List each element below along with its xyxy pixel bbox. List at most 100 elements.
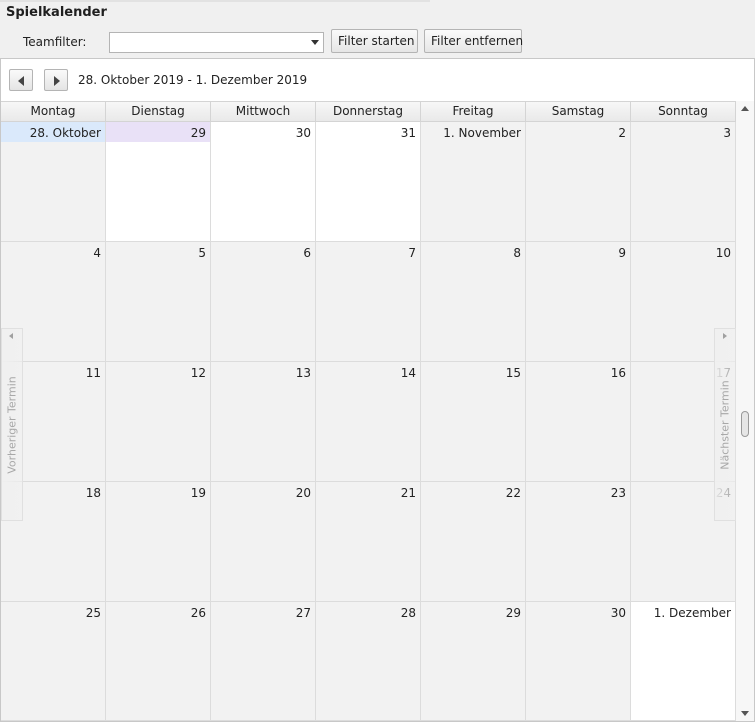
day-number: 23 [610, 486, 626, 500]
day-number: 26 [190, 606, 206, 620]
day-cell[interactable]: 19 [106, 482, 211, 602]
day-number: 12 [190, 366, 206, 380]
day-header-sunday: Sonntag [631, 102, 736, 121]
week-row: 11 12 13 14 15 16 17 [1, 362, 736, 482]
day-cell[interactable]: 20 [211, 482, 316, 602]
day-header-wednesday: Mittwoch [211, 102, 316, 121]
arrow-right-icon[interactable] [723, 333, 727, 339]
day-cell[interactable]: 31 [316, 122, 421, 242]
day-cell[interactable]: 16 [526, 362, 631, 482]
top-strip [0, 0, 430, 2]
day-cell[interactable]: 30 [526, 602, 631, 721]
day-cell[interactable]: 12 [106, 362, 211, 482]
day-cell[interactable]: 27 [211, 602, 316, 721]
day-cell[interactable]: 29 [106, 122, 211, 242]
day-number: 10 [715, 246, 731, 260]
week-row: 4 5 6 7 8 9 10 [1, 242, 736, 362]
day-number: 30 [295, 126, 311, 140]
arrow-left-icon [18, 76, 24, 86]
next-period-button[interactable] [44, 69, 68, 91]
day-cell[interactable]: 21 [316, 482, 421, 602]
day-cell[interactable]: 3 [631, 122, 736, 242]
day-number: 29 [190, 126, 206, 140]
previous-period-button[interactable] [9, 69, 33, 91]
day-cell[interactable]: 14 [316, 362, 421, 482]
week-row: 25 26 27 28 29 30 1. Dezember [1, 602, 736, 721]
week-row: 28. Oktober 29 30 31 1. November 2 3 [1, 122, 736, 242]
filter-bar: Teamfilter: Filter starten Filter entfer… [0, 28, 755, 56]
previous-appointment-label: Vorheriger Termin [5, 375, 19, 474]
day-number: 13 [295, 366, 311, 380]
previous-appointment-button[interactable]: Vorheriger Termin [1, 328, 23, 521]
page-title: Spielkalender [6, 5, 107, 20]
day-cell[interactable]: 1. November [421, 122, 526, 242]
day-number: 6 [303, 246, 311, 260]
day-number: 30 [610, 606, 626, 620]
day-number: 22 [505, 486, 521, 500]
day-number: 11 [85, 366, 101, 380]
day-cell[interactable]: 25 [1, 602, 106, 721]
day-header-saturday: Samstag [526, 102, 631, 121]
day-header-monday: Montag [1, 102, 106, 121]
day-header-thursday: Donnerstag [316, 102, 421, 121]
day-number: 20 [295, 486, 311, 500]
day-number: 18 [85, 486, 101, 500]
day-number: 15 [505, 366, 521, 380]
day-number: 2 [618, 126, 626, 140]
next-appointment-label: Nächster Termin [718, 379, 732, 470]
day-number: 31 [400, 126, 416, 140]
day-number: 29 [505, 606, 521, 620]
day-cell[interactable]: 23 [526, 482, 631, 602]
arrow-right-icon [54, 76, 60, 86]
day-number: 16 [610, 366, 626, 380]
day-cell[interactable]: 30 [211, 122, 316, 242]
day-cell[interactable]: 7 [316, 242, 421, 362]
team-filter-select[interactable] [109, 32, 324, 53]
month-grid: Montag Dienstag Mittwoch Donnerstag Frei… [1, 101, 754, 721]
day-number: 3 [723, 126, 731, 140]
day-cell[interactable]: 1. Dezember [631, 602, 736, 721]
team-filter-label: Teamfilter: [23, 35, 87, 49]
day-cell[interactable]: 26 [106, 602, 211, 721]
weeks-container: 28. Oktober 29 30 31 1. November 2 3 4 5… [1, 122, 736, 721]
day-number: 27 [295, 606, 311, 620]
vertical-scrollbar[interactable] [736, 101, 754, 721]
remove-filter-button[interactable]: Filter entfernen [424, 29, 523, 53]
day-cell[interactable]: 5 [106, 242, 211, 362]
date-range-label: 28. Oktober 2019 - 1. Dezember 2019 [78, 73, 308, 87]
calendar-navbar: 28. Oktober 2019 - 1. Dezember 2019 [1, 59, 754, 101]
scroll-down-icon[interactable] [741, 711, 749, 716]
day-header-row: Montag Dienstag Mittwoch Donnerstag Frei… [1, 101, 736, 122]
scroll-thumb[interactable] [741, 411, 749, 437]
day-number: 9 [618, 246, 626, 260]
day-number: 25 [85, 606, 101, 620]
day-cell[interactable]: 28. Oktober [1, 122, 106, 242]
day-number: 28. Oktober [29, 126, 101, 140]
day-cell[interactable]: 8 [421, 242, 526, 362]
start-filter-button[interactable]: Filter starten [331, 29, 418, 53]
day-cell[interactable]: 28 [316, 602, 421, 721]
day-cell[interactable]: 9 [526, 242, 631, 362]
day-cell[interactable]: 13 [211, 362, 316, 482]
day-header-tuesday: Dienstag [106, 102, 211, 121]
day-number: 1. November [443, 126, 521, 140]
day-cell[interactable]: 6 [211, 242, 316, 362]
calendar-panel: 28. Oktober 2019 - 1. Dezember 2019 Mont… [0, 58, 755, 722]
day-number: 19 [190, 486, 206, 500]
day-number: 21 [400, 486, 416, 500]
day-number: 14 [400, 366, 416, 380]
chevron-down-icon[interactable] [311, 40, 319, 45]
day-cell[interactable]: 29 [421, 602, 526, 721]
arrow-left-icon[interactable] [9, 333, 13, 339]
scroll-up-icon[interactable] [741, 106, 749, 111]
day-number: 4 [93, 246, 101, 260]
day-number: 8 [513, 246, 521, 260]
day-cell[interactable]: 22 [421, 482, 526, 602]
day-number: 5 [198, 246, 206, 260]
next-appointment-button[interactable]: Nächster Termin [714, 328, 736, 521]
day-cell[interactable]: 2 [526, 122, 631, 242]
day-number: 1. Dezember [653, 606, 731, 620]
day-cell[interactable]: 15 [421, 362, 526, 482]
day-number: 28 [400, 606, 416, 620]
day-header-friday: Freitag [421, 102, 526, 121]
